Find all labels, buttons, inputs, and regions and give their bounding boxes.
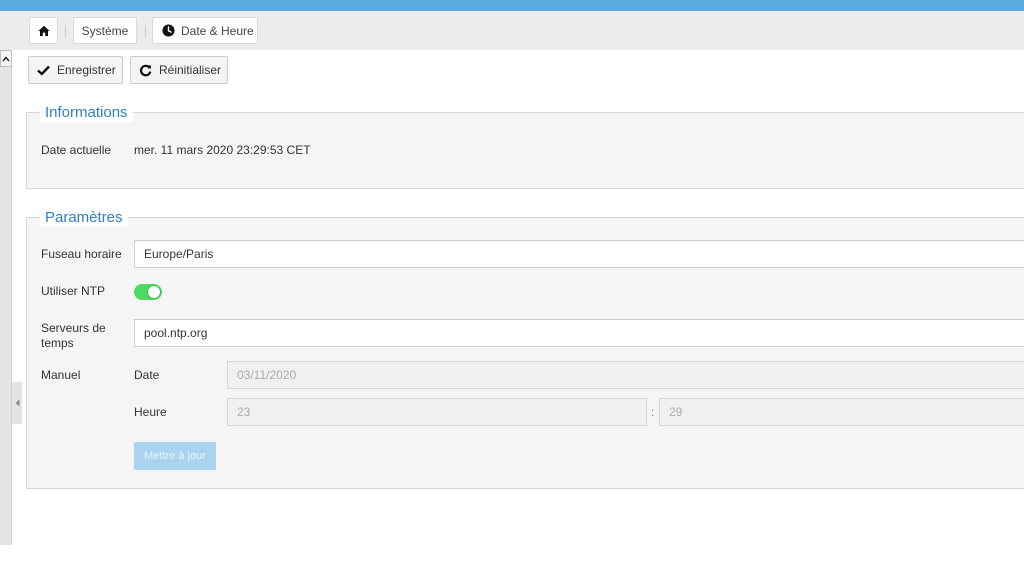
current-date-value: mer. 11 mars 2020 23:29:53 CET [134, 143, 311, 157]
breadcrumb-system[interactable]: Système [73, 17, 137, 44]
scroll-up-button[interactable] [0, 50, 12, 67]
timezone-value: Europe/Paris [144, 247, 214, 261]
update-button-label: Mettre à jour [144, 450, 206, 462]
manual-date-value: 03/11/2020 [237, 368, 297, 382]
vertical-scrollbar[interactable] [0, 50, 12, 545]
ntp-label: Utiliser NTP [41, 284, 106, 298]
current-date-label: Date actuelle [41, 143, 112, 157]
clock-icon [162, 24, 175, 37]
top-accent-bar [0, 0, 1024, 11]
breadcrumb-home[interactable] [29, 17, 58, 44]
breadcrumb-system-label: Système [81, 23, 129, 38]
page-bottom-area [0, 545, 1024, 574]
manual-hour-field[interactable]: 23 [227, 398, 647, 426]
time-servers-field[interactable]: pool.ntp.org [134, 319, 1024, 347]
breadcrumb: Système Date & Heure [0, 11, 1024, 50]
time-separator: : [651, 405, 655, 419]
breadcrumb-separator [145, 25, 146, 37]
ntp-toggle-knob [147, 285, 161, 299]
manual-date-field[interactable]: 03/11/2020 [227, 361, 1024, 389]
check-icon [37, 65, 50, 76]
manual-hour-value: 23 [237, 405, 251, 419]
reset-button[interactable]: Réinitialiser [130, 56, 228, 84]
manual-time-label: Heure [134, 405, 167, 419]
timezone-field[interactable]: Europe/Paris [134, 240, 1024, 268]
save-button[interactable]: Enregistrer [28, 56, 123, 84]
manual-date-label: Date [134, 368, 160, 382]
manual-minute-value: 29 [669, 405, 683, 419]
sidebar-collapse-handle[interactable] [12, 382, 22, 424]
manual-minute-field[interactable]: 29 [659, 398, 1024, 426]
breadcrumb-datetime[interactable]: Date & Heure [152, 17, 258, 44]
servers-label: Serveurs de temps [41, 321, 106, 350]
breadcrumb-datetime-label: Date & Heure [181, 23, 254, 38]
timezone-label: Fuseau horaire [41, 247, 122, 261]
refresh-icon [139, 64, 152, 76]
breadcrumb-separator [65, 25, 66, 37]
parametres-title: Paramètres [40, 209, 128, 227]
ntp-toggle[interactable] [134, 284, 162, 300]
save-button-label: Enregistrer [57, 63, 116, 77]
informations-title: Informations [40, 104, 133, 122]
home-icon [37, 25, 50, 36]
time-servers-value: pool.ntp.org [144, 326, 208, 340]
manual-label: Manuel [41, 368, 81, 382]
chevron-up-icon [2, 55, 10, 61]
update-button[interactable]: Mettre à jour [134, 442, 216, 470]
caret-left-icon [15, 399, 19, 407]
reset-button-label: Réinitialiser [159, 63, 222, 77]
